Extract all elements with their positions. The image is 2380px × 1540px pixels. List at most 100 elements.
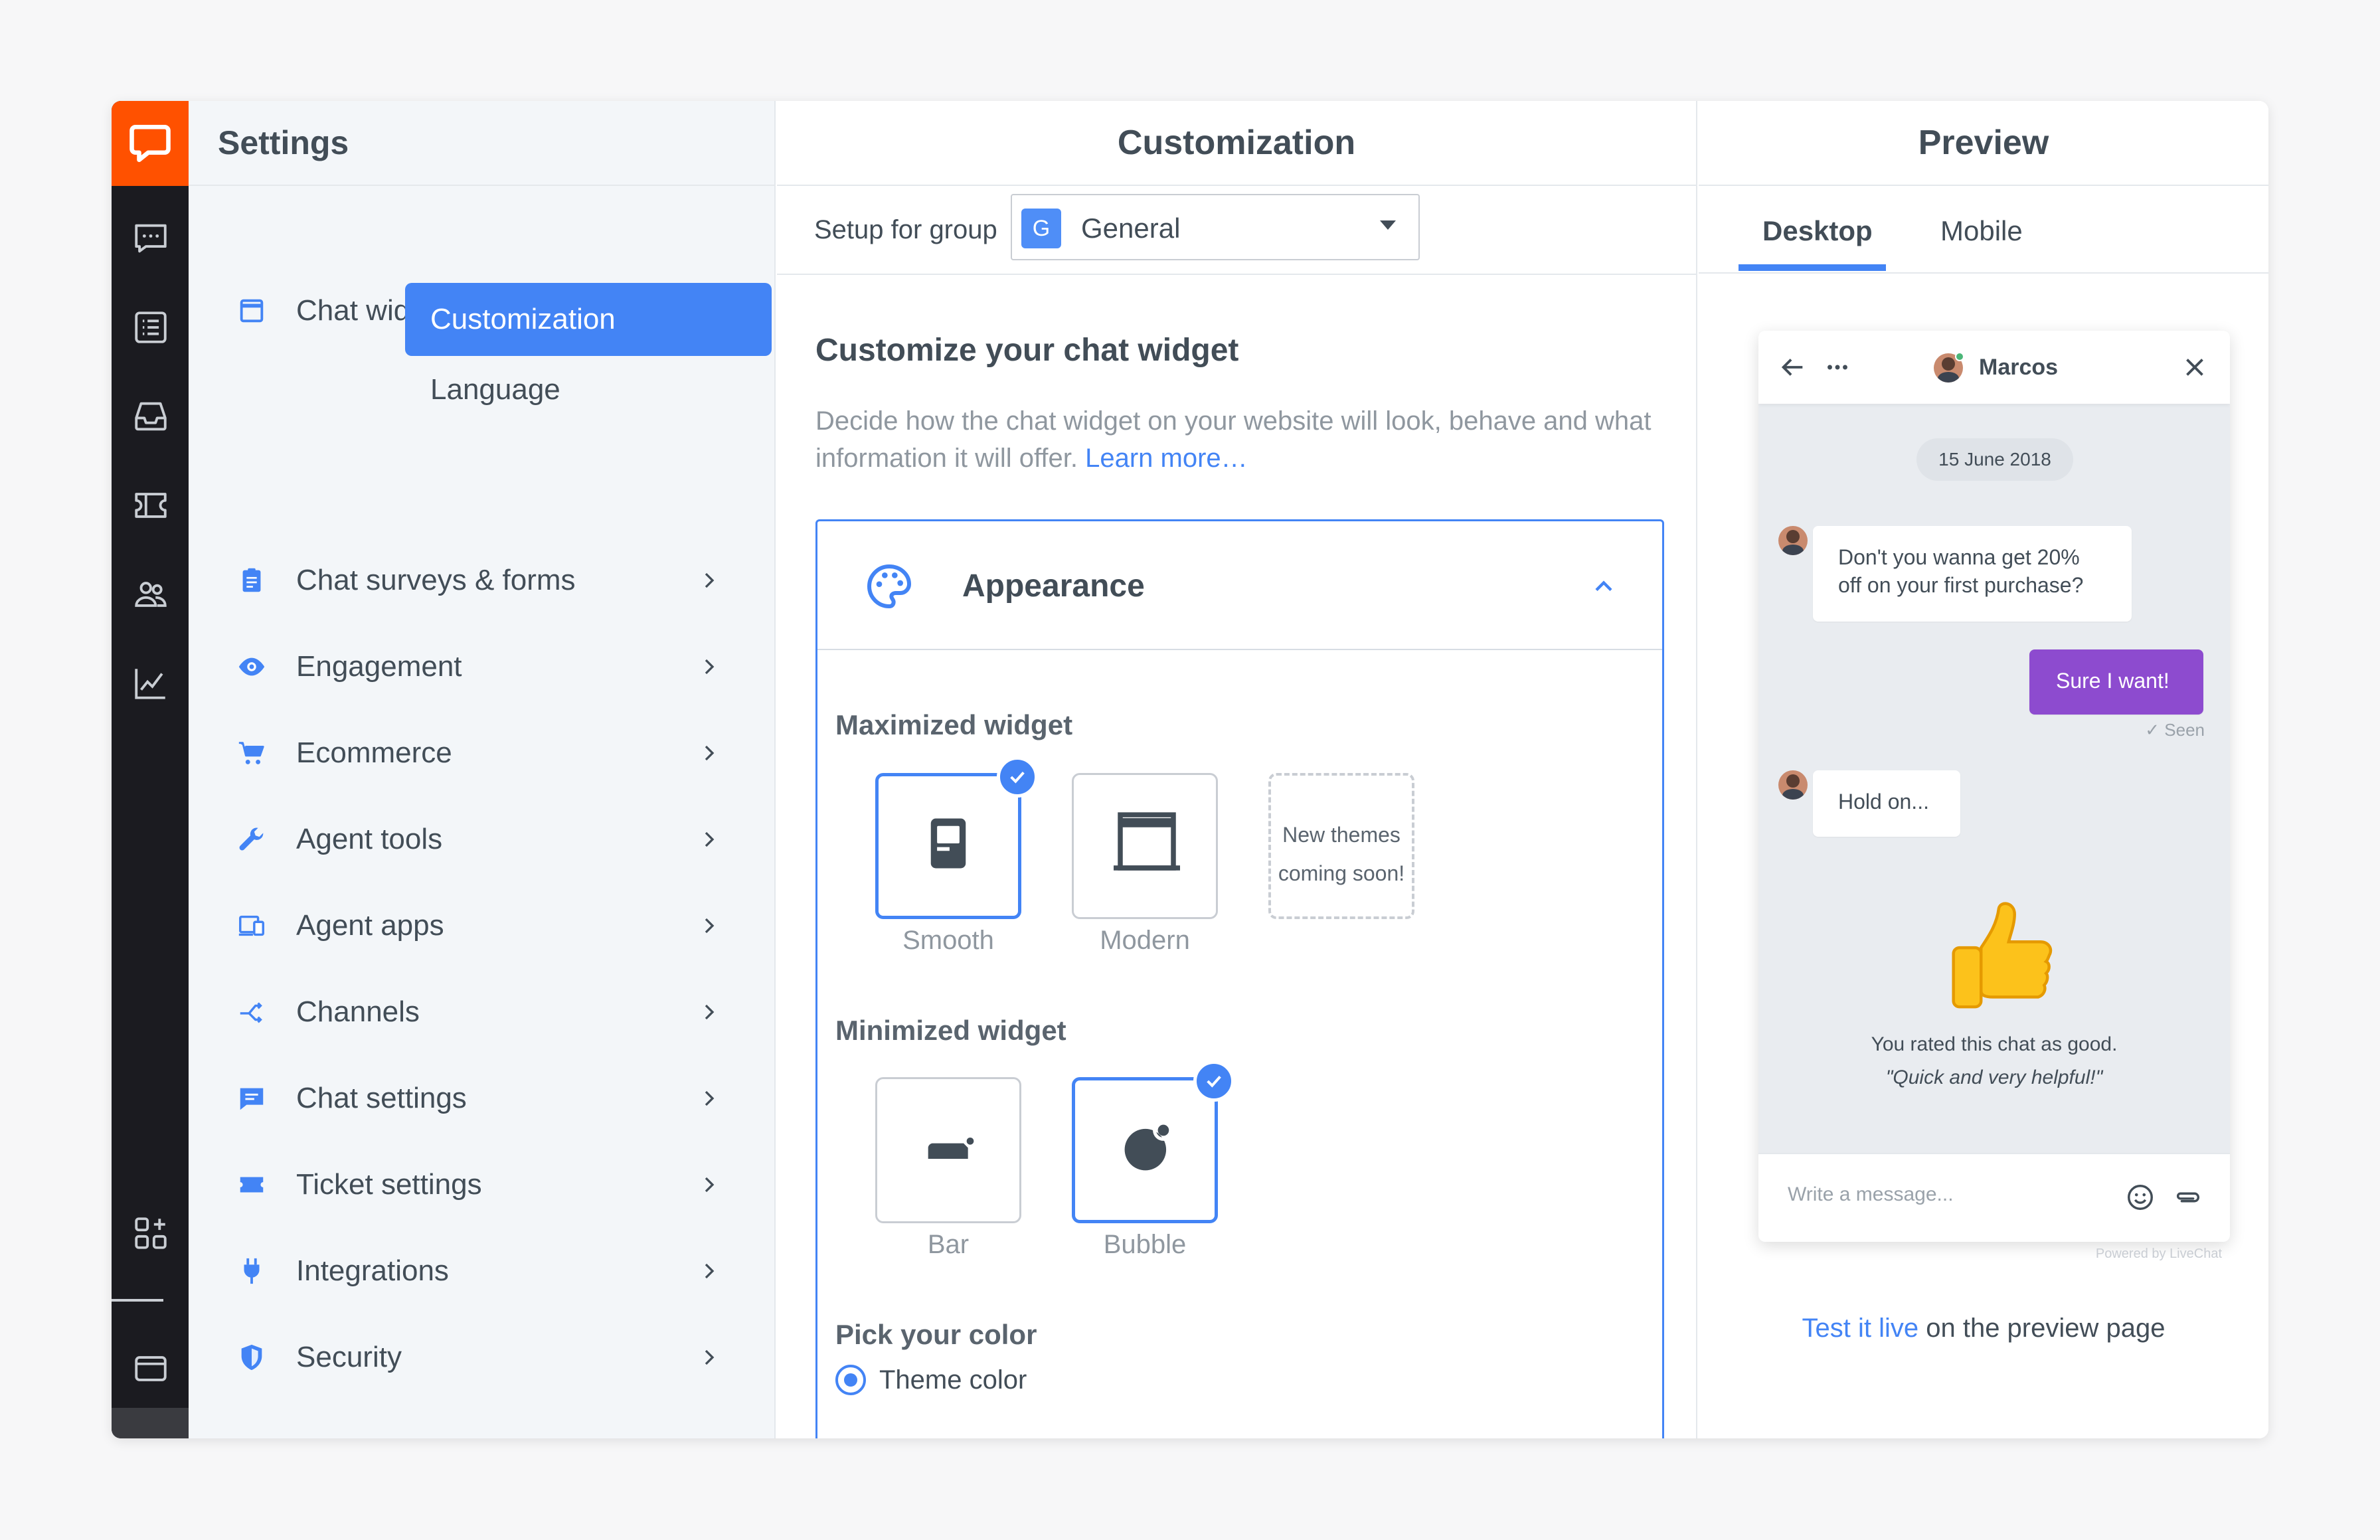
livechat-logo[interactable] — [112, 101, 189, 186]
message-input-placeholder: Write a message... — [1788, 1183, 1954, 1205]
chevron-right-icon — [696, 740, 722, 766]
devices-icon — [236, 910, 267, 941]
palette-icon — [867, 564, 912, 609]
nav-item-label: Integrations — [296, 1254, 449, 1287]
seen-status: ✓ Seen — [2145, 720, 2205, 740]
rating-confirmation: You rated this chat as good. "Quick and … — [1758, 1028, 2230, 1094]
ticket-icon — [236, 1169, 267, 1200]
rail-divider — [112, 1299, 163, 1302]
appearance-header[interactable]: Appearance — [817, 521, 1662, 650]
minimized-bubble-label: Bubble — [1103, 1230, 1187, 1259]
app-window: Settings Chat widget Customization Langu… — [112, 101, 2268, 1438]
appearance-section: Appearance — [815, 519, 1664, 1438]
section-description: Decide how the chat widget on your websi… — [815, 402, 1672, 477]
nav-item-chat-settings[interactable]: Chat settings — [189, 1064, 776, 1133]
chat-widget-preview: Marcos 15 June 2018 Don't you wanna get … — [1758, 331, 2230, 1242]
group-label: Setup for group — [814, 215, 997, 244]
new-themes-placeholder: New themes coming soon! — [1268, 773, 1414, 919]
test-live-rest: on the preview page — [1918, 1314, 2166, 1343]
window-frame-icon — [1114, 812, 1180, 871]
bubble-icon — [1124, 1120, 1174, 1171]
preview-panel: Preview Desktop Mobile Marcos 15 June 20… — [1699, 101, 2268, 1438]
theme-modern-card[interactable] — [1072, 773, 1218, 919]
clipboard-icon — [236, 565, 267, 596]
rail-bottom — [112, 1408, 189, 1438]
wrench-icon — [236, 824, 267, 855]
chevron-right-icon — [696, 653, 722, 680]
subnav-customization[interactable]: Customization — [405, 283, 772, 356]
online-status-dot — [1955, 352, 1964, 361]
nav-item-channels[interactable]: Channels — [189, 978, 776, 1047]
preview-tabs: Desktop Mobile — [1699, 186, 2268, 274]
subnav-language[interactable]: Language — [430, 373, 560, 406]
close-icon[interactable] — [2179, 352, 2210, 383]
eye-icon — [236, 651, 267, 682]
split-icon — [236, 997, 267, 1027]
inbox-icon[interactable] — [131, 397, 170, 436]
powered-by: Powered by LiveChat — [2095, 1246, 2222, 1261]
nav-item-security[interactable]: Security — [189, 1323, 776, 1392]
agent-name: Marcos — [1979, 355, 2059, 380]
pick-color-label: Pick your color — [835, 1319, 1037, 1350]
rating-quote: "Quick and very helpful!" — [1885, 1067, 2103, 1088]
more-icon[interactable] — [1822, 352, 1853, 383]
nav-item-label: Chat surveys & forms — [296, 564, 576, 596]
reports-icon[interactable] — [131, 664, 170, 703]
thumbs-up-icon — [1952, 902, 2053, 1009]
theme-color-label: Theme color — [879, 1365, 1027, 1395]
nav-item-agent-apps[interactable]: Agent apps — [189, 891, 776, 960]
minimized-label: Minimized widget — [835, 1015, 1066, 1046]
new-themes-line1: New themes — [1282, 823, 1401, 847]
apps-icon[interactable] — [131, 1214, 170, 1252]
date-divider: 15 June 2018 — [1916, 438, 2073, 481]
back-arrow-icon[interactable] — [1777, 352, 1808, 383]
preview-title: Preview — [1699, 101, 2268, 186]
chevron-up-icon[interactable] — [1589, 572, 1618, 601]
nav-item-chat-surveys[interactable]: Chat surveys & forms — [189, 546, 776, 615]
nav-item-label: Agent apps — [296, 909, 444, 942]
nav-item-agent-tools[interactable]: Agent tools — [189, 805, 776, 874]
tickets-icon[interactable] — [131, 486, 170, 525]
cart-icon — [236, 738, 267, 768]
attachment-icon[interactable] — [2173, 1182, 2203, 1213]
new-themes-line2: coming soon! — [1278, 861, 1405, 885]
tab-desktop[interactable]: Desktop — [1762, 215, 1873, 247]
chevron-right-icon — [696, 1171, 722, 1198]
billing-icon[interactable] — [131, 1349, 170, 1388]
chevron-right-icon — [696, 1085, 722, 1112]
group-bar: Setup for group G General — [777, 186, 1696, 275]
nav-item-ecommerce[interactable]: Ecommerce — [189, 719, 776, 788]
chat-logo-icon — [129, 124, 171, 163]
chats-icon[interactable] — [131, 219, 170, 258]
message-icon — [236, 1083, 267, 1114]
group-badge: G — [1021, 209, 1061, 248]
nav-item-label: Engagement — [296, 650, 462, 683]
checkmark-icon — [1193, 1061, 1234, 1102]
section-heading: Customize your chat widget — [815, 333, 1239, 368]
chevron-right-icon — [696, 912, 722, 939]
nav-item-engagement[interactable]: Engagement — [189, 632, 776, 701]
theme-smooth-card[interactable] — [875, 756, 1038, 919]
phone-icon — [930, 818, 966, 869]
minimized-bubble-card[interactable] — [1072, 1061, 1234, 1223]
nav-item-ticket-settings[interactable]: Ticket settings — [189, 1150, 776, 1219]
group-select[interactable]: G General — [1011, 194, 1420, 260]
customers-icon[interactable] — [131, 575, 170, 614]
minimized-bar-card[interactable] — [875, 1077, 1021, 1223]
active-tab-indicator — [1739, 264, 1886, 271]
agent-avatar-small — [1778, 526, 1808, 555]
agent-message: Don't you wanna get 20% off on your firs… — [1813, 526, 2132, 622]
learn-more-link[interactable]: Learn more… — [1085, 444, 1248, 473]
tab-mobile[interactable]: Mobile — [1940, 215, 2023, 247]
widget-header: Marcos — [1758, 331, 2230, 404]
nav-item-integrations[interactable]: Integrations — [189, 1237, 776, 1306]
settings-nav: Settings Chat widget Customization Langu… — [189, 101, 776, 1438]
nav-item-label: Agent tools — [296, 823, 443, 855]
message-composer[interactable]: Write a message... — [1758, 1153, 2230, 1242]
theme-color-radio[interactable] — [835, 1365, 866, 1395]
window-icon — [236, 296, 267, 326]
test-live-link[interactable]: Test it live — [1802, 1314, 1919, 1343]
emoji-icon[interactable] — [2125, 1182, 2156, 1213]
agent-avatar-small — [1778, 770, 1808, 800]
archives-icon[interactable] — [131, 308, 170, 347]
